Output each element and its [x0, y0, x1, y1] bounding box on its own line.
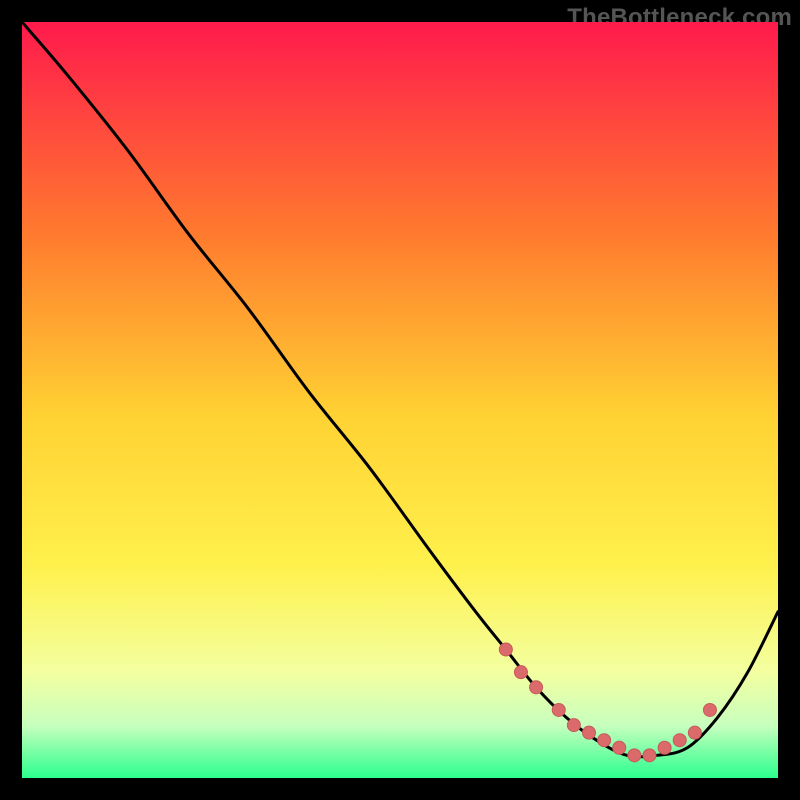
- plot-area: [22, 22, 778, 778]
- marker-dot: [703, 703, 716, 716]
- chart-svg: [22, 22, 778, 778]
- marker-dot: [567, 719, 580, 732]
- chart-frame: TheBottleneck.com: [0, 0, 800, 800]
- gradient-background: [22, 22, 778, 778]
- marker-dot: [658, 741, 671, 754]
- marker-dot: [530, 681, 543, 694]
- marker-dot: [514, 666, 527, 679]
- marker-dot: [499, 643, 512, 656]
- marker-dot: [643, 749, 656, 762]
- marker-dot: [613, 741, 626, 754]
- marker-dot: [673, 734, 686, 747]
- marker-dot: [688, 726, 701, 739]
- marker-dot: [598, 734, 611, 747]
- marker-dot: [552, 703, 565, 716]
- marker-dot: [628, 749, 641, 762]
- marker-dot: [583, 726, 596, 739]
